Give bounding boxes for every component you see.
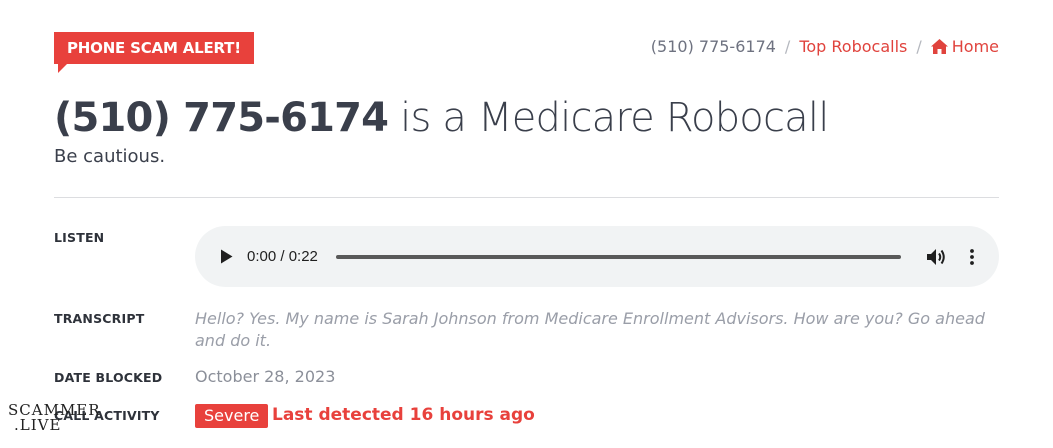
play-icon: [220, 249, 232, 264]
date-blocked-label: DATE BLOCKED: [54, 370, 163, 385]
breadcrumb-phone: (510) 775-6174: [650, 37, 776, 56]
volume-button[interactable]: [927, 247, 949, 267]
page-subtitle: Be cautious.: [54, 146, 166, 167]
breadcrumb-separator: /: [784, 37, 791, 56]
date-blocked-value: October 28, 2023: [195, 367, 336, 386]
last-detected-text: Last detected 16 hours ago: [272, 405, 535, 425]
breadcrumb-top-robocalls-link[interactable]: Top Robocalls: [799, 37, 907, 56]
play-button[interactable]: [217, 248, 235, 266]
divider: [54, 197, 999, 198]
volume-icon: [927, 248, 945, 265]
more-options-button[interactable]: [967, 247, 977, 267]
more-vertical-icon: [970, 248, 974, 265]
audio-progress-bar[interactable]: [335, 254, 901, 259]
page-title: (510) 775-6174 is a Medicare Robocall: [54, 92, 829, 144]
breadcrumb: (510) 775-6174 / Top Robocalls / Home: [651, 37, 999, 56]
breadcrumb-home-label: Home: [951, 37, 999, 56]
scammer-live-watermark: SCAMMER .LIVE: [8, 403, 101, 433]
transcript-text: Hello? Yes. My name is Sarah Johnson fro…: [195, 309, 985, 350]
phone-scam-alert-badge: PHONE SCAM ALERT!: [54, 32, 254, 73]
breadcrumb-separator: /: [916, 37, 922, 56]
watermark-line2: .LIVE: [14, 416, 62, 434]
title-phone-number: (510) 775-6174: [54, 95, 389, 141]
audio-time: 0:00 / 0:22: [247, 248, 318, 265]
listen-label: LISTEN: [54, 230, 105, 245]
transcript-label: TRANSCRIPT: [54, 311, 145, 326]
home-icon: [930, 39, 948, 54]
breadcrumb-home-link[interactable]: Home: [930, 37, 999, 56]
audio-player[interactable]: 0:00 / 0:22: [195, 226, 999, 287]
title-description: is a Medicare Robocall: [388, 95, 829, 141]
severity-badge: Severe: [195, 404, 269, 428]
